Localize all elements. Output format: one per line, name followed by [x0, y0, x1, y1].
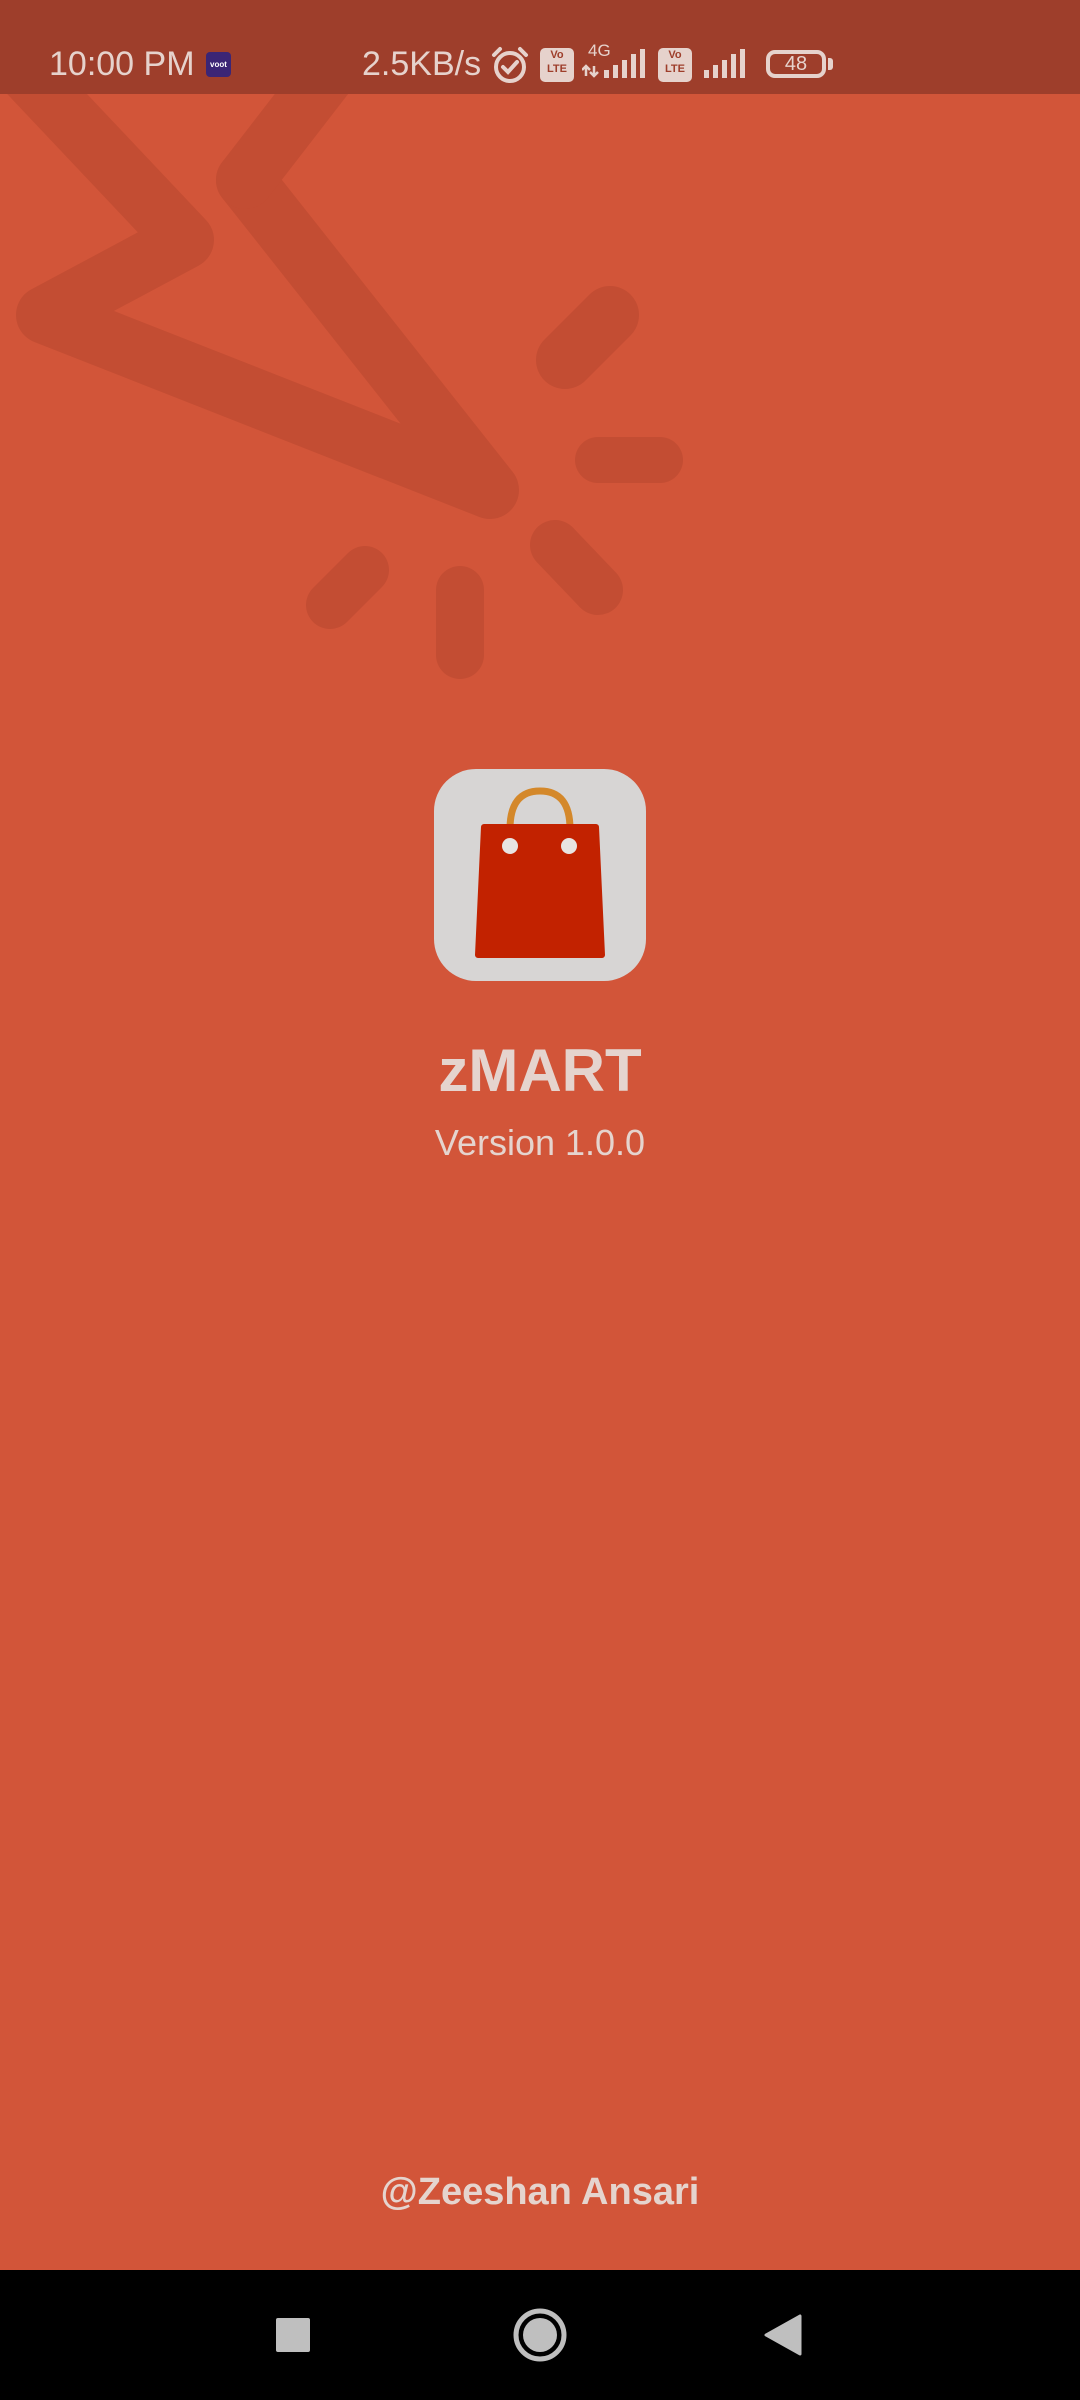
home-circle-icon — [513, 2308, 567, 2362]
app-version: Version 1.0.0 — [434, 1122, 646, 1163]
status-bar: 10:00 PM voot 2.5KB/s Vo LTE 4G Vo LTE 4… — [0, 0, 1080, 94]
shopping-bag-icon — [475, 787, 605, 958]
battery-level: 48 — [784, 53, 808, 75]
signal-4g-icon — [582, 49, 645, 78]
app-background: 10:00 PM voot 2.5KB/s Vo LTE 4G Vo LTE 4… — [0, 0, 1080, 2270]
app-logo — [434, 769, 646, 981]
network-speed: 2.5KB/s — [362, 45, 482, 83]
volte-label: Vo LTE — [547, 49, 567, 75]
navigation-bar — [0, 2270, 1080, 2400]
cursor-click-decoration-icon — [0, 0, 683, 679]
volte-icon: Vo LTE — [540, 48, 574, 82]
recents-button[interactable] — [248, 2290, 338, 2380]
recents-square-icon — [276, 2318, 310, 2352]
splash-screen: 10:00 PM voot 2.5KB/s Vo LTE 4G Vo LTE 4… — [0, 0, 1080, 2400]
home-button[interactable] — [495, 2290, 585, 2380]
battery-icon: 48 — [766, 50, 826, 78]
app-name: zMART — [438, 1037, 642, 1104]
signal-icon — [704, 49, 745, 78]
volte-label-2: Vo LTE — [665, 49, 685, 75]
voot-notification-icon: voot — [206, 52, 231, 77]
battery-tip — [828, 58, 833, 70]
volte-icon-2: Vo LTE — [658, 48, 692, 82]
alarm-icon — [492, 47, 528, 83]
author-credit: @Zeeshan Ansari — [380, 2171, 700, 2213]
back-triangle-icon — [764, 2314, 802, 2356]
status-time: 10:00 PM — [49, 45, 195, 83]
back-button[interactable] — [738, 2290, 828, 2380]
